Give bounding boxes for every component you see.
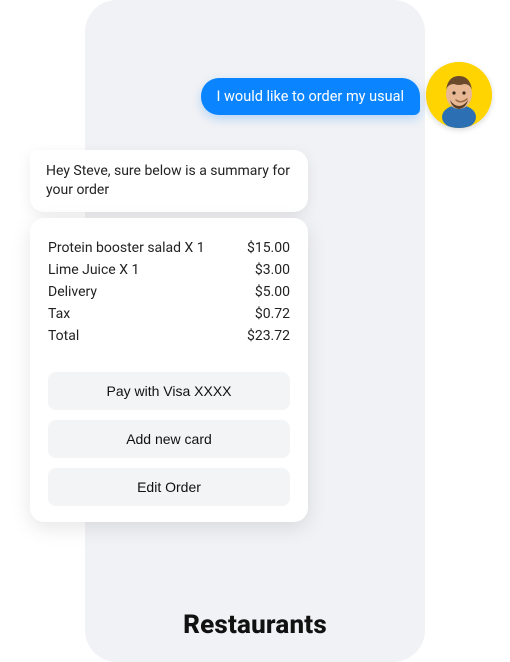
line-label: Protein booster salad X 1 bbox=[48, 240, 205, 256]
bot-message-bubble: Hey Steve, sure below is a summary for y… bbox=[30, 150, 308, 212]
line-label: Tax bbox=[48, 306, 70, 322]
user-message-bubble: I would like to order my usual bbox=[201, 78, 421, 115]
edit-order-button[interactable]: Edit Order bbox=[48, 468, 290, 506]
order-line: Total $23.72 bbox=[48, 328, 290, 344]
line-label: Delivery bbox=[48, 284, 97, 300]
line-price: $3.00 bbox=[255, 262, 290, 278]
order-buttons: Pay with Visa XXXX Add new card Edit Ord… bbox=[48, 372, 290, 506]
order-summary-card: Protein booster salad X 1 $15.00 Lime Ju… bbox=[30, 218, 308, 522]
order-line: Delivery $5.00 bbox=[48, 284, 290, 300]
avatar-icon bbox=[426, 62, 492, 128]
add-card-button[interactable]: Add new card bbox=[48, 420, 290, 458]
user-avatar[interactable] bbox=[426, 62, 492, 128]
order-lines: Protein booster salad X 1 $15.00 Lime Ju… bbox=[48, 240, 290, 344]
line-label: Total bbox=[48, 328, 79, 344]
order-line: Protein booster salad X 1 $15.00 bbox=[48, 240, 290, 256]
line-price: $23.72 bbox=[247, 328, 290, 344]
line-price: $5.00 bbox=[255, 284, 290, 300]
page-title: Restaurants bbox=[85, 610, 425, 640]
line-price: $15.00 bbox=[247, 240, 290, 256]
pay-button[interactable]: Pay with Visa XXXX bbox=[48, 372, 290, 410]
order-line: Tax $0.72 bbox=[48, 306, 290, 322]
line-label: Lime Juice X 1 bbox=[48, 262, 139, 278]
order-line: Lime Juice X 1 $3.00 bbox=[48, 262, 290, 278]
stage: Restaurants I would like to order my usu… bbox=[0, 0, 510, 662]
line-price: $0.72 bbox=[255, 306, 290, 322]
